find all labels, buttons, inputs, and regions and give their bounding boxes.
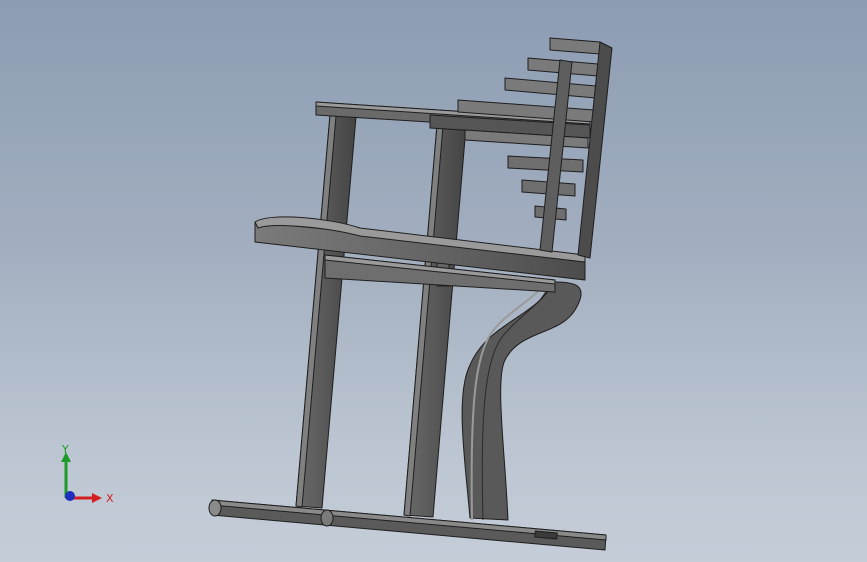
front-leg: [295, 114, 357, 509]
y-axis-label: Y: [61, 443, 69, 456]
middle-leg: [403, 124, 467, 518]
seat: [254, 216, 586, 293]
z-axis-marker: [65, 491, 75, 501]
axis-triad: Y X: [61, 443, 114, 505]
rear-curved-leg: [461, 281, 582, 521]
back-slats: [457, 37, 613, 259]
chair-model[interactable]: [0, 0, 867, 562]
x-axis-label: X: [106, 492, 114, 505]
3d-viewport[interactable]: Y X: [0, 0, 867, 562]
